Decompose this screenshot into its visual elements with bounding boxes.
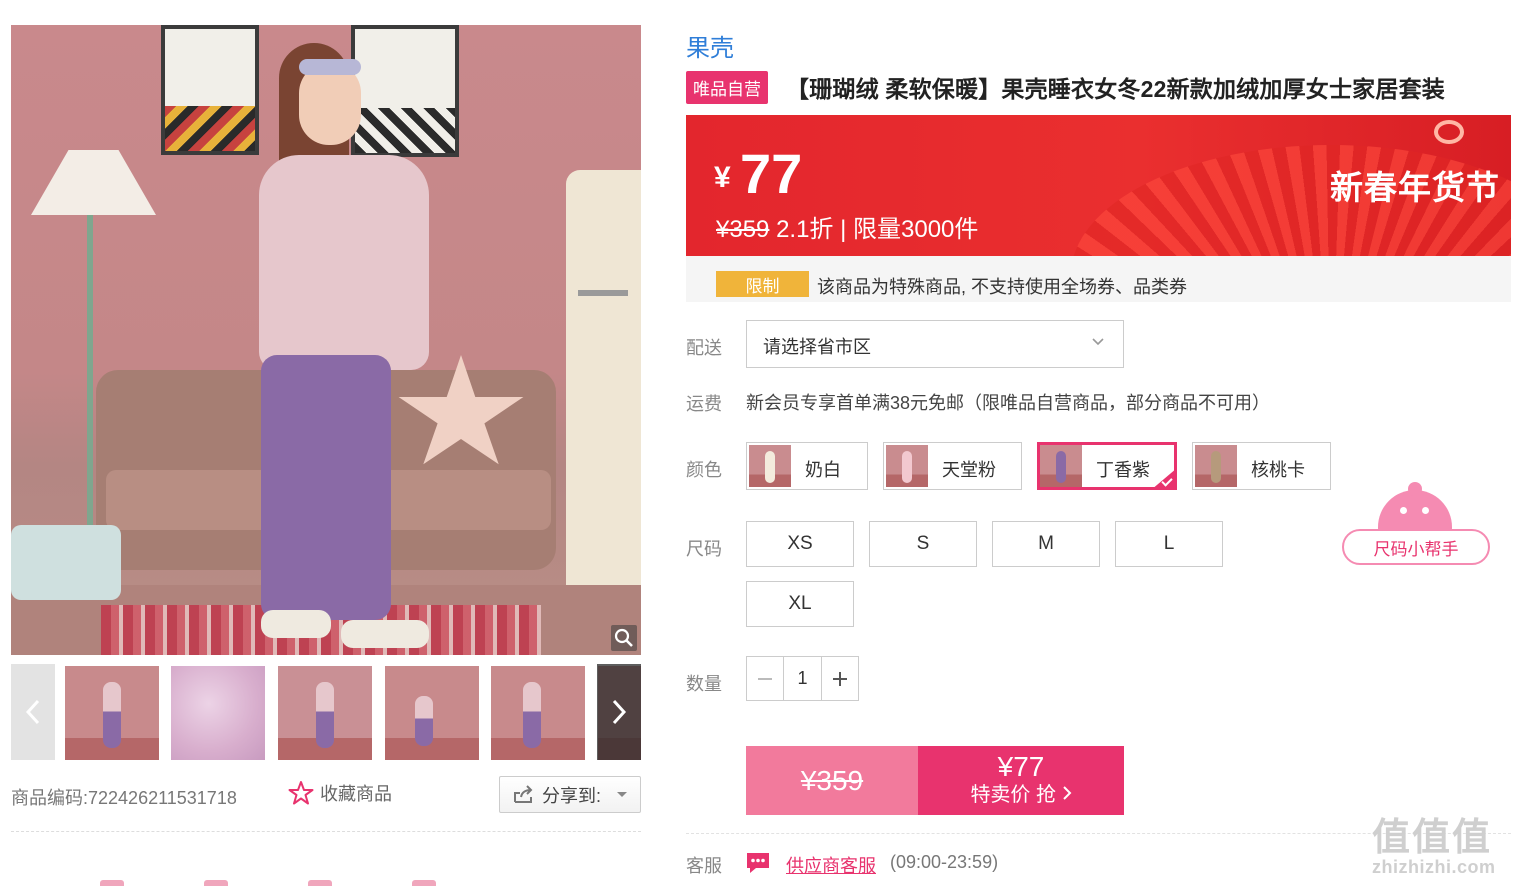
- color-option-selected[interactable]: 丁香紫: [1037, 442, 1177, 490]
- buy-button-group: ¥359 ¥77 特卖价 抢: [746, 746, 1124, 815]
- wall-painting: [161, 25, 259, 155]
- product-code: 商品编码:722426211531718: [11, 788, 237, 808]
- zoom-icon[interactable]: [611, 625, 637, 651]
- color-swatch: [749, 445, 791, 487]
- floor-lamp: [31, 150, 156, 215]
- buy-original-price: ¥359: [746, 746, 918, 815]
- shipping-label: 运费: [686, 394, 722, 414]
- main-product-image[interactable]: [11, 25, 641, 655]
- self-operated-badge: 唯品自营: [686, 70, 768, 104]
- restriction-notice: 限制 该商品为特殊商品, 不支持使用全场券、品类券: [686, 256, 1511, 302]
- currency-symbol: ¥: [714, 161, 731, 194]
- title-row: 唯品自营 【珊瑚绒 柔软保暖】果壳睡衣女冬22新款加绒加厚女士家居套装: [686, 70, 1445, 104]
- price-subline: ¥359 2.1折 | 限量3000件: [716, 216, 979, 243]
- size-option[interactable]: S: [869, 521, 977, 567]
- buy-now-button[interactable]: ¥77 特卖价 抢: [918, 746, 1124, 815]
- model-pajama-pants: [261, 355, 391, 620]
- discount-rate: 2.1折: [776, 216, 834, 243]
- model-pajama-top: [259, 155, 429, 370]
- color-option[interactable]: 奶白: [746, 442, 868, 490]
- product-meta-row: 商品编码:722426211531718 收藏商品 分享到:: [11, 776, 641, 816]
- check-icon: [1151, 468, 1177, 490]
- star-icon: [288, 781, 314, 805]
- product-title: 【珊瑚绒 柔软保暖】果壳睡衣女冬22新款加绒加厚女士家居套装: [786, 76, 1445, 102]
- size-option[interactable]: L: [1115, 521, 1223, 567]
- color-swatch: [886, 445, 928, 487]
- chat-icon[interactable]: [744, 850, 772, 876]
- quantity-label: 数量: [686, 674, 722, 694]
- watermark: 值值值 zhizhizhi.com: [1372, 817, 1496, 877]
- thumbnail[interactable]: [491, 666, 585, 760]
- shipping-info: 新会员专享首单满38元免邮（限唯品自营商品，部分商品不可用）: [746, 393, 1271, 413]
- restriction-tag: 限制: [716, 271, 809, 297]
- supplier-service-link[interactable]: 供应商客服: [786, 852, 876, 878]
- fridge: [566, 170, 641, 585]
- brand-link[interactable]: 果壳: [686, 28, 734, 63]
- size-helper-button[interactable]: 尺码小帮手: [1342, 482, 1490, 567]
- color-option[interactable]: 天堂粉: [883, 442, 1022, 490]
- caret-down-icon: [617, 792, 628, 797]
- thumbnail[interactable]: [65, 666, 159, 760]
- color-swatch: [1040, 445, 1082, 487]
- chevron-right-icon: [1062, 786, 1071, 800]
- chevron-down-icon: [1092, 338, 1104, 346]
- region-select[interactable]: 请选择省市区: [746, 320, 1124, 368]
- thumb-prev-button[interactable]: [11, 664, 55, 760]
- size-option[interactable]: M: [992, 521, 1100, 567]
- coin-decoration: [1434, 120, 1464, 144]
- size-option[interactable]: XS: [746, 521, 854, 567]
- thumbnail-strip: [11, 664, 641, 760]
- quantity-stepper: 1: [746, 656, 859, 701]
- service-label: 客服: [686, 856, 722, 876]
- current-price: 77: [740, 142, 803, 205]
- share-button[interactable]: 分享到:: [499, 776, 641, 813]
- favorite-button[interactable]: 收藏商品: [288, 780, 392, 806]
- price-banner: ¥ 77 ¥359 2.1折 | 限量3000件 新春年货节: [686, 115, 1511, 256]
- delivery-label: 配送: [686, 338, 722, 358]
- increase-button[interactable]: [822, 657, 858, 700]
- wall-painting: [351, 25, 459, 157]
- quantity-value[interactable]: 1: [783, 657, 822, 700]
- chevron-left-icon: [25, 699, 40, 725]
- thumbnail[interactable]: [385, 666, 479, 760]
- festival-title: 新春年货节: [1330, 169, 1500, 206]
- thumbnail[interactable]: [278, 666, 372, 760]
- minus-icon: [758, 677, 772, 680]
- thumbnail[interactable]: [171, 666, 265, 760]
- color-label: 颜色: [686, 460, 722, 480]
- thumb-next-button[interactable]: [597, 664, 641, 760]
- original-price: ¥359: [716, 216, 770, 243]
- decrease-button[interactable]: [747, 657, 783, 700]
- plus-icon: [833, 671, 847, 686]
- divider: [11, 831, 641, 832]
- restriction-text: 该商品为特殊商品, 不支持使用全场券、品类券: [817, 277, 1187, 297]
- size-label: 尺码: [686, 539, 722, 559]
- share-icon: [514, 784, 533, 803]
- service-hours: (09:00-23:59): [890, 852, 999, 872]
- color-swatch: [1195, 445, 1237, 487]
- limited-quantity: 限量3000件: [853, 216, 979, 243]
- chevron-right-icon: [612, 699, 627, 725]
- color-option[interactable]: 核桃卡: [1192, 442, 1331, 490]
- size-option[interactable]: XL: [746, 581, 854, 627]
